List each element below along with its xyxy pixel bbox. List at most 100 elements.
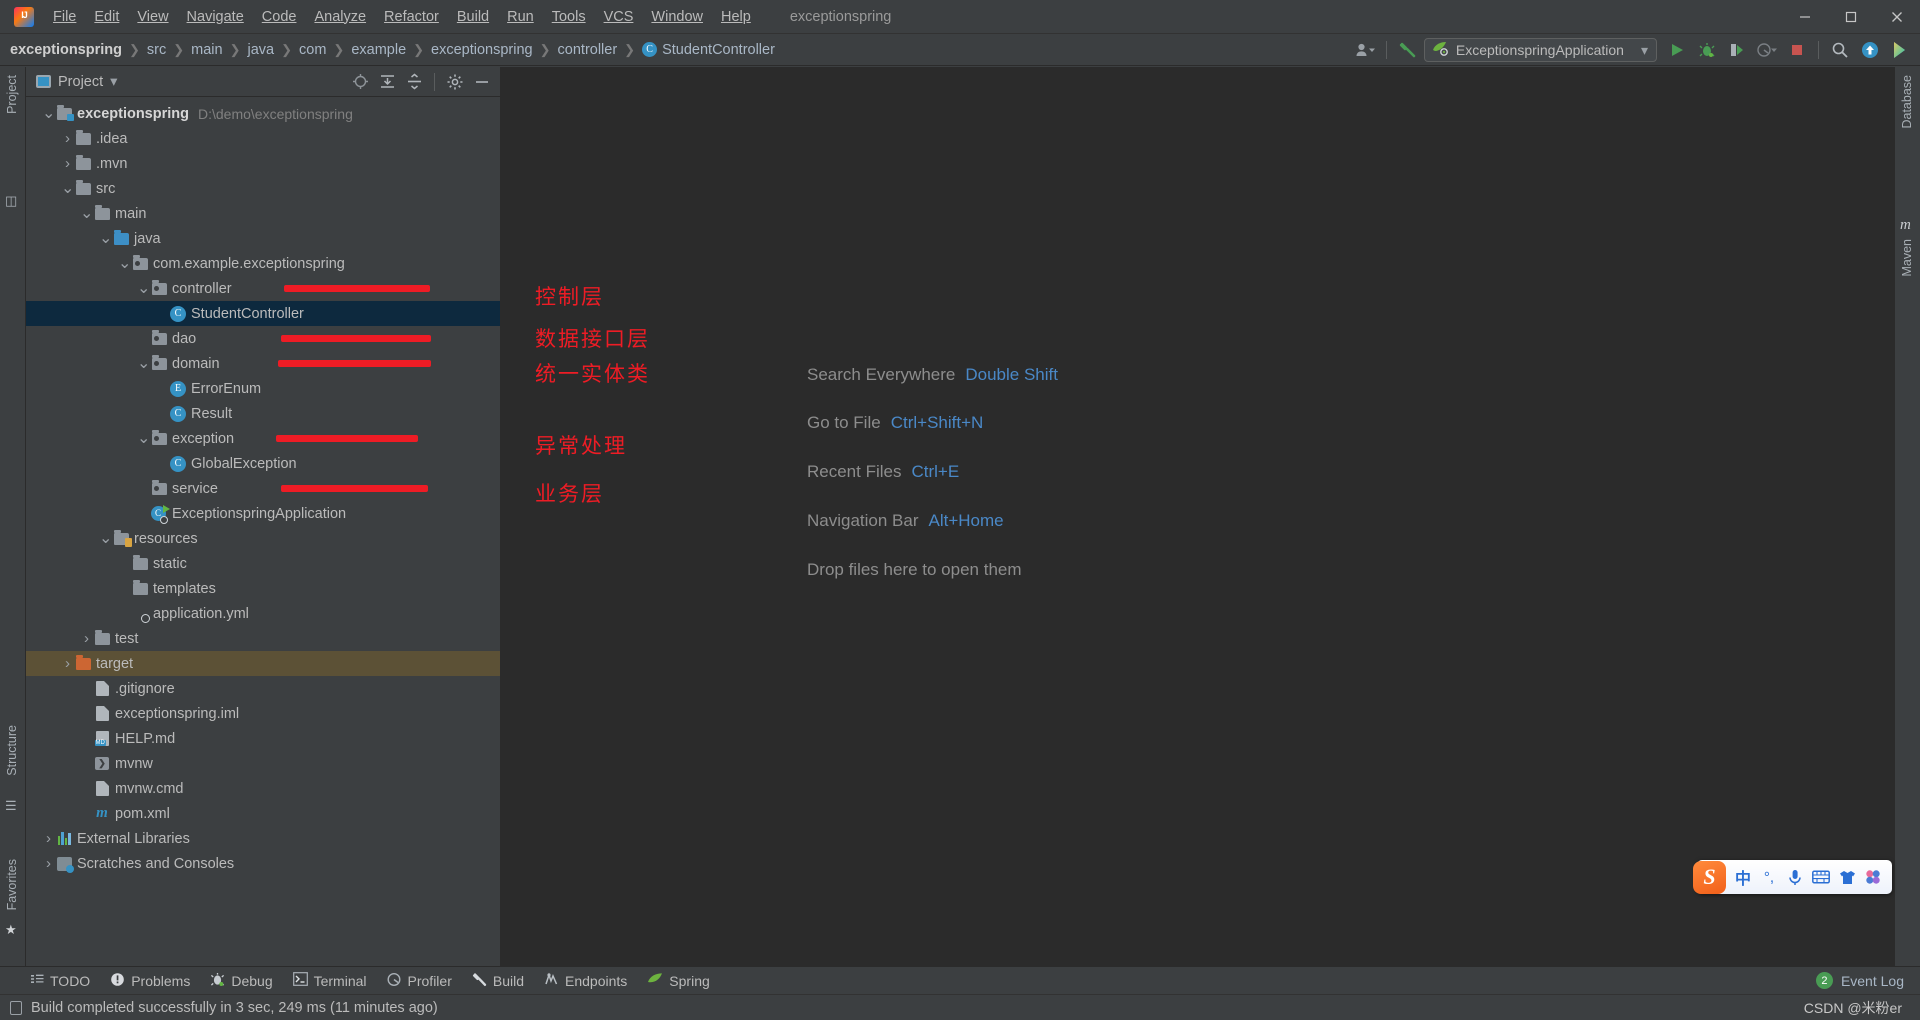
tree-node-exceptionspring[interactable]: ⌄ exceptionspring D:\demo\exceptionspring: [26, 101, 500, 126]
chevron-down-icon[interactable]: ⌄: [80, 205, 93, 221]
tree-node-templates[interactable]: templates: [26, 576, 500, 601]
chevron-right-icon[interactable]: ›: [61, 131, 74, 146]
tree-node-exception[interactable]: ⌄ exception: [26, 426, 500, 451]
chevron-right-icon[interactable]: ›: [61, 656, 74, 671]
chevron-right-icon[interactable]: ›: [80, 631, 93, 646]
notification-icon[interactable]: [10, 1000, 22, 1015]
tree-node-external-libraries[interactable]: › External Libraries: [26, 826, 500, 851]
editor-empty-area[interactable]: 控制层 数据接口层 统一实体类 异常处理 业务层 Search Everywhere Dou…: [501, 67, 1894, 966]
breadcrumb-item-com[interactable]: com: [299, 42, 326, 58]
bottom-tool-problems[interactable]: Problems: [110, 972, 190, 990]
chevron-down-icon[interactable]: ⌄: [137, 355, 150, 371]
tree-node-pom-xml[interactable]: m pom.xml: [26, 801, 500, 826]
profiler-button[interactable]: [1753, 37, 1781, 63]
run-configuration-selector[interactable]: ExceptionspringApplication ▾: [1423, 38, 1657, 62]
breadcrumb-item-project[interactable]: exceptionspring: [10, 42, 122, 58]
tree-node-gitignore[interactable]: .gitignore: [26, 676, 500, 701]
bottom-tool-build[interactable]: Build: [472, 972, 524, 990]
mic-icon[interactable]: [1782, 863, 1808, 891]
chevron-right-icon[interactable]: ›: [42, 856, 55, 871]
breadcrumb-item-controller[interactable]: controller: [558, 42, 618, 58]
main-menu[interactable]: File Edit View Navigate Code Analyze Ref…: [44, 5, 760, 29]
menu-help[interactable]: Help: [712, 5, 760, 29]
tree-node-com-example-exceptionspring[interactable]: ⌄ com.example.exceptionspring: [26, 251, 500, 276]
hide-panel-icon[interactable]: [470, 71, 494, 93]
breadcrumb-item-java[interactable]: java: [248, 42, 275, 58]
tree-node-idea[interactable]: › .idea: [26, 126, 500, 151]
ime-language-toggle[interactable]: 中: [1730, 863, 1756, 891]
project-tree[interactable]: ⌄ exceptionspring D:\demo\exceptionspring ›…: [26, 97, 500, 966]
tree-node-dao[interactable]: dao: [26, 326, 500, 351]
debug-button[interactable]: [1693, 37, 1721, 63]
collapse-all-icon[interactable]: [402, 71, 426, 93]
chevron-down-icon[interactable]: ⌄: [99, 230, 112, 246]
menu-analyze[interactable]: Analyze: [305, 5, 375, 29]
menu-run[interactable]: Run: [498, 5, 543, 29]
settings-gear-icon[interactable]: [443, 71, 467, 93]
event-log-area[interactable]: 2 Event Log: [1815, 972, 1920, 989]
tree-node-resources[interactable]: ⌄ resources: [26, 526, 500, 551]
ide-theme-icon[interactable]: [1886, 37, 1914, 63]
tree-node-test[interactable]: › test: [26, 626, 500, 651]
stop-button[interactable]: [1783, 37, 1811, 63]
project-panel-title[interactable]: Project ▾: [36, 74, 117, 90]
menu-file[interactable]: File: [44, 5, 85, 29]
menu-view[interactable]: View: [128, 5, 177, 29]
event-log-label[interactable]: Event Log: [1841, 973, 1904, 989]
maximize-button[interactable]: [1828, 0, 1874, 34]
tree-node-service[interactable]: service: [26, 476, 500, 501]
apps-icon[interactable]: [1860, 863, 1886, 891]
breadcrumb-item-exceptionspring[interactable]: exceptionspring: [431, 42, 533, 58]
update-project-icon[interactable]: [1856, 37, 1884, 63]
menu-build[interactable]: Build: [448, 5, 498, 29]
menu-vcs[interactable]: VCS: [595, 5, 643, 29]
tree-node-java[interactable]: ⌄ java: [26, 226, 500, 251]
menu-navigate[interactable]: Navigate: [178, 5, 253, 29]
chevron-down-icon[interactable]: ⌄: [61, 180, 74, 196]
strip-button-database[interactable]: Database: [1900, 75, 1914, 129]
tree-node-exceptionspringapplication[interactable]: C ExceptionspringApplication: [26, 501, 500, 526]
bottom-tool-terminal[interactable]: Terminal: [292, 972, 367, 989]
tree-node-result[interactable]: C Result: [26, 401, 500, 426]
locate-icon[interactable]: [348, 71, 372, 93]
sogou-ime-bar[interactable]: S 中 °,: [1693, 860, 1892, 894]
menu-window[interactable]: Window: [642, 5, 712, 29]
bottom-tool-debug[interactable]: Debug: [210, 972, 273, 990]
bottom-tool-spring[interactable]: Spring: [647, 972, 710, 989]
chevron-down-icon[interactable]: ▾: [110, 74, 117, 90]
run-button[interactable]: [1663, 37, 1691, 63]
chevron-down-icon[interactable]: ⌄: [42, 105, 55, 121]
chevron-down-icon[interactable]: ⌄: [118, 255, 131, 271]
breadcrumb-item-studentcontroller[interactable]: StudentController: [662, 42, 775, 58]
chevron-down-icon[interactable]: ▾: [1641, 42, 1648, 59]
tree-node-src[interactable]: ⌄ src: [26, 176, 500, 201]
menu-code[interactable]: Code: [253, 5, 306, 29]
chevron-down-icon[interactable]: ⌄: [137, 430, 150, 446]
tree-node-mvn[interactable]: › .mvn: [26, 151, 500, 176]
breadcrumb-item-example[interactable]: example: [351, 42, 406, 58]
run-with-coverage-button[interactable]: [1723, 37, 1751, 63]
ime-punctuation-toggle[interactable]: °,: [1756, 863, 1782, 891]
strip-button-project[interactable]: Project: [5, 75, 19, 114]
chevron-right-icon[interactable]: ›: [61, 156, 74, 171]
bottom-tool-endpoints[interactable]: Endpoints: [544, 972, 627, 990]
user-account-icon[interactable]: [1351, 37, 1379, 63]
strip-button-favorites[interactable]: Favorites: [5, 859, 19, 910]
close-button[interactable]: [1874, 0, 1920, 34]
chevron-down-icon[interactable]: ⌄: [137, 280, 150, 296]
tree-node-static[interactable]: static: [26, 551, 500, 576]
tree-node-mvnw-cmd[interactable]: mvnw.cmd: [26, 776, 500, 801]
menu-tools[interactable]: Tools: [543, 5, 595, 29]
bottom-tool-todo[interactable]: TODO: [30, 972, 90, 989]
chevron-down-icon[interactable]: ⌄: [99, 530, 112, 546]
keyboard-icon[interactable]: [1808, 863, 1834, 891]
tree-node-errorenum[interactable]: E ErrorEnum: [26, 376, 500, 401]
tree-node-target[interactable]: › target: [26, 651, 500, 676]
build-hammer-icon[interactable]: [1394, 37, 1422, 63]
expand-all-icon[interactable]: [375, 71, 399, 93]
tree-node-main[interactable]: ⌄ main: [26, 201, 500, 226]
tree-node-help-md[interactable]: HELP.md: [26, 726, 500, 751]
tree-node-exceptionspring-iml[interactable]: exceptionspring.iml: [26, 701, 500, 726]
tree-node-studentcontroller[interactable]: C StudentController: [26, 301, 500, 326]
tree-node-scratches-and-consoles[interactable]: › Scratches and Consoles: [26, 851, 500, 876]
